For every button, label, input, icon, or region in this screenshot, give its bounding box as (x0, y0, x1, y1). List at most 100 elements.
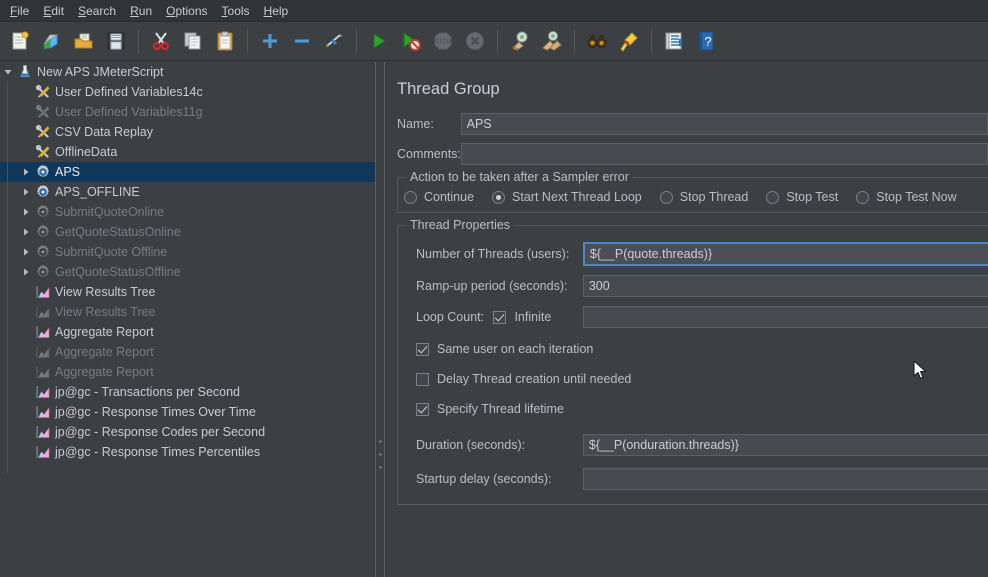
radio-start-next-thread-loop[interactable]: Start Next Thread Loop (492, 190, 642, 204)
thread-group-icon (34, 223, 52, 241)
rampup-input[interactable] (582, 275, 988, 297)
radio-stop-thread[interactable]: Stop Thread (659, 190, 748, 204)
tree-node-aps[interactable]: APS (0, 162, 375, 182)
tree-node-view-results-tree[interactable]: View Results Tree (0, 282, 375, 302)
function-helper-icon[interactable] (659, 26, 689, 56)
tree-node-jp-gc-response-times-percentiles[interactable]: jp@gc - Response Times Percentiles (0, 442, 375, 462)
toolbar-separator-5 (574, 29, 575, 53)
same-user-checkbox[interactable]: Same user on each iteration (398, 342, 988, 356)
tree-node-aggregate-report[interactable]: Aggregate Report (0, 322, 375, 342)
tree-node-aggregate-report[interactable]: Aggregate Report (0, 342, 375, 362)
tree-node-label: jp@gc - Response Times Over Time (55, 405, 256, 419)
tree-node-jp-gc-response-times-over-time[interactable]: jp@gc - Response Times Over Time (0, 402, 375, 422)
expand-all-icon[interactable] (255, 26, 285, 56)
stop-icon[interactable]: STOP (428, 26, 458, 56)
tree-twisty-right-icon[interactable] (18, 202, 34, 222)
toolbar-separator-1 (138, 29, 139, 53)
specify-lifetime-checkbox[interactable]: Specify Thread lifetime (398, 402, 988, 416)
duration-row: Duration (seconds): (398, 434, 988, 456)
split-divider-grip[interactable] (379, 440, 382, 469)
menu-file[interactable]: File (3, 2, 36, 20)
menu-options[interactable]: Options (159, 2, 214, 20)
collapse-all-icon[interactable] (287, 26, 317, 56)
menu-options-rest: ptions (175, 3, 208, 18)
thread-properties-group-title: Thread Properties (406, 218, 515, 232)
tree-node-label: OfflineData (55, 145, 118, 159)
svg-text:?: ? (704, 34, 711, 49)
tree-node-csv-data-replay[interactable]: CSV Data Replay (0, 122, 375, 142)
tree-node-offlinedata[interactable]: OfflineData (0, 142, 375, 162)
delay-thread-checkbox[interactable]: Delay Thread creation until needed (398, 372, 988, 386)
save-icon[interactable] (101, 26, 131, 56)
thread-group-icon (34, 163, 52, 181)
listener-chart-icon (34, 363, 52, 381)
tree-twisty-right-icon[interactable] (18, 182, 34, 202)
test-plan-tree[interactable]: New APS JMeterScript User Defined Variabl… (0, 62, 375, 577)
comments-input[interactable] (460, 143, 988, 165)
menu-edit[interactable]: Edit (36, 2, 71, 20)
tree-node-getquotestatusoffline[interactable]: GetQuoteStatusOffline (0, 262, 375, 282)
menu-run[interactable]: Run (123, 2, 159, 20)
tree-node-user-defined-variables11g[interactable]: User Defined Variables11g (0, 102, 375, 122)
start-no-pauses-icon[interactable] (396, 26, 426, 56)
tree-twisty-right-icon[interactable] (18, 162, 34, 182)
toggle-icon[interactable] (319, 26, 349, 56)
startup-delay-input[interactable] (582, 468, 988, 490)
clear-all-icon[interactable] (537, 26, 567, 56)
infinite-checkbox[interactable]: Infinite (493, 310, 582, 324)
duration-input[interactable] (582, 434, 988, 456)
start-icon[interactable] (364, 26, 394, 56)
listener-chart-icon (34, 403, 52, 421)
menu-help[interactable]: Help (257, 2, 296, 20)
help-icon[interactable]: ? (691, 26, 721, 56)
menu-tools[interactable]: Tools (215, 2, 257, 20)
tree-twisty-right-icon[interactable] (18, 222, 34, 242)
tree-node-label: GetQuoteStatusOnline (55, 225, 181, 239)
copy-icon[interactable] (178, 26, 208, 56)
reset-search-icon[interactable] (614, 26, 644, 56)
paste-icon[interactable] (210, 26, 240, 56)
loop-count-input[interactable] (582, 306, 988, 328)
tree-twisty-none (18, 102, 34, 122)
cut-icon[interactable] (146, 26, 176, 56)
page-title: Thread Group (397, 80, 500, 98)
duration-label: Duration (seconds): (416, 438, 526, 452)
thread-properties-group: Thread Properties Number of Threads (use… (397, 218, 988, 505)
menu-bar: File Edit Search Run Options Tools Help (0, 0, 988, 22)
tree-node-view-results-tree[interactable]: View Results Tree (0, 302, 375, 322)
menu-search[interactable]: Search (71, 2, 123, 20)
sampler-error-group-title: Action to be taken after a Sampler error (406, 170, 633, 184)
tree-node-user-defined-variables14c[interactable]: User Defined Variables14c (0, 82, 375, 102)
shutdown-icon[interactable] (460, 26, 490, 56)
radio-continue[interactable]: Continue (404, 190, 474, 204)
templates-icon[interactable] (37, 26, 67, 56)
tree-guide-line (7, 82, 8, 474)
tree-node-jp-gc-response-codes-per-second[interactable]: jp@gc - Response Codes per Second (0, 422, 375, 442)
search-icon[interactable] (582, 26, 612, 56)
tree-node-jp-gc-transactions-per-second[interactable]: jp@gc - Transactions per Second (0, 382, 375, 402)
tree-node-aps-offline[interactable]: APS_OFFLINE (0, 182, 375, 202)
loop-count-label: Loop Count: (416, 310, 485, 324)
open-icon[interactable] (69, 26, 99, 56)
tree-node-label: APS_OFFLINE (55, 185, 140, 199)
config-element-icon (34, 103, 52, 121)
tree-node-aggregate-report[interactable]: Aggregate Report (0, 362, 375, 382)
radio-stop-test-now[interactable]: Stop Test Now (856, 190, 957, 204)
tree-twisty-down-icon[interactable] (0, 62, 16, 82)
tree-twisty-none (18, 402, 34, 422)
tree-node-submitquote-offline[interactable]: SubmitQuote Offline (0, 242, 375, 262)
delay-thread-checkbox-label: Delay Thread creation until needed (437, 372, 632, 386)
tree-twisty-right-icon[interactable] (18, 242, 34, 262)
radio-stop-test[interactable]: Stop Test (766, 190, 838, 204)
tree-node-getquotestatusonline[interactable]: GetQuoteStatusOnline (0, 222, 375, 242)
name-input[interactable] (460, 113, 988, 135)
tree-twisty-right-icon[interactable] (18, 262, 34, 282)
tree-node-new-aps-jmeterscript[interactable]: New APS JMeterScript (0, 62, 375, 82)
new-icon[interactable] (5, 26, 35, 56)
tree-node-submitquoteonline[interactable]: SubmitQuoteOnline (0, 202, 375, 222)
num-threads-input[interactable] (582, 242, 988, 266)
tree-twisty-none (18, 382, 34, 402)
clear-icon[interactable] (505, 26, 535, 56)
split-divider[interactable] (375, 62, 385, 577)
comments-field-row: Comments: (397, 143, 988, 165)
